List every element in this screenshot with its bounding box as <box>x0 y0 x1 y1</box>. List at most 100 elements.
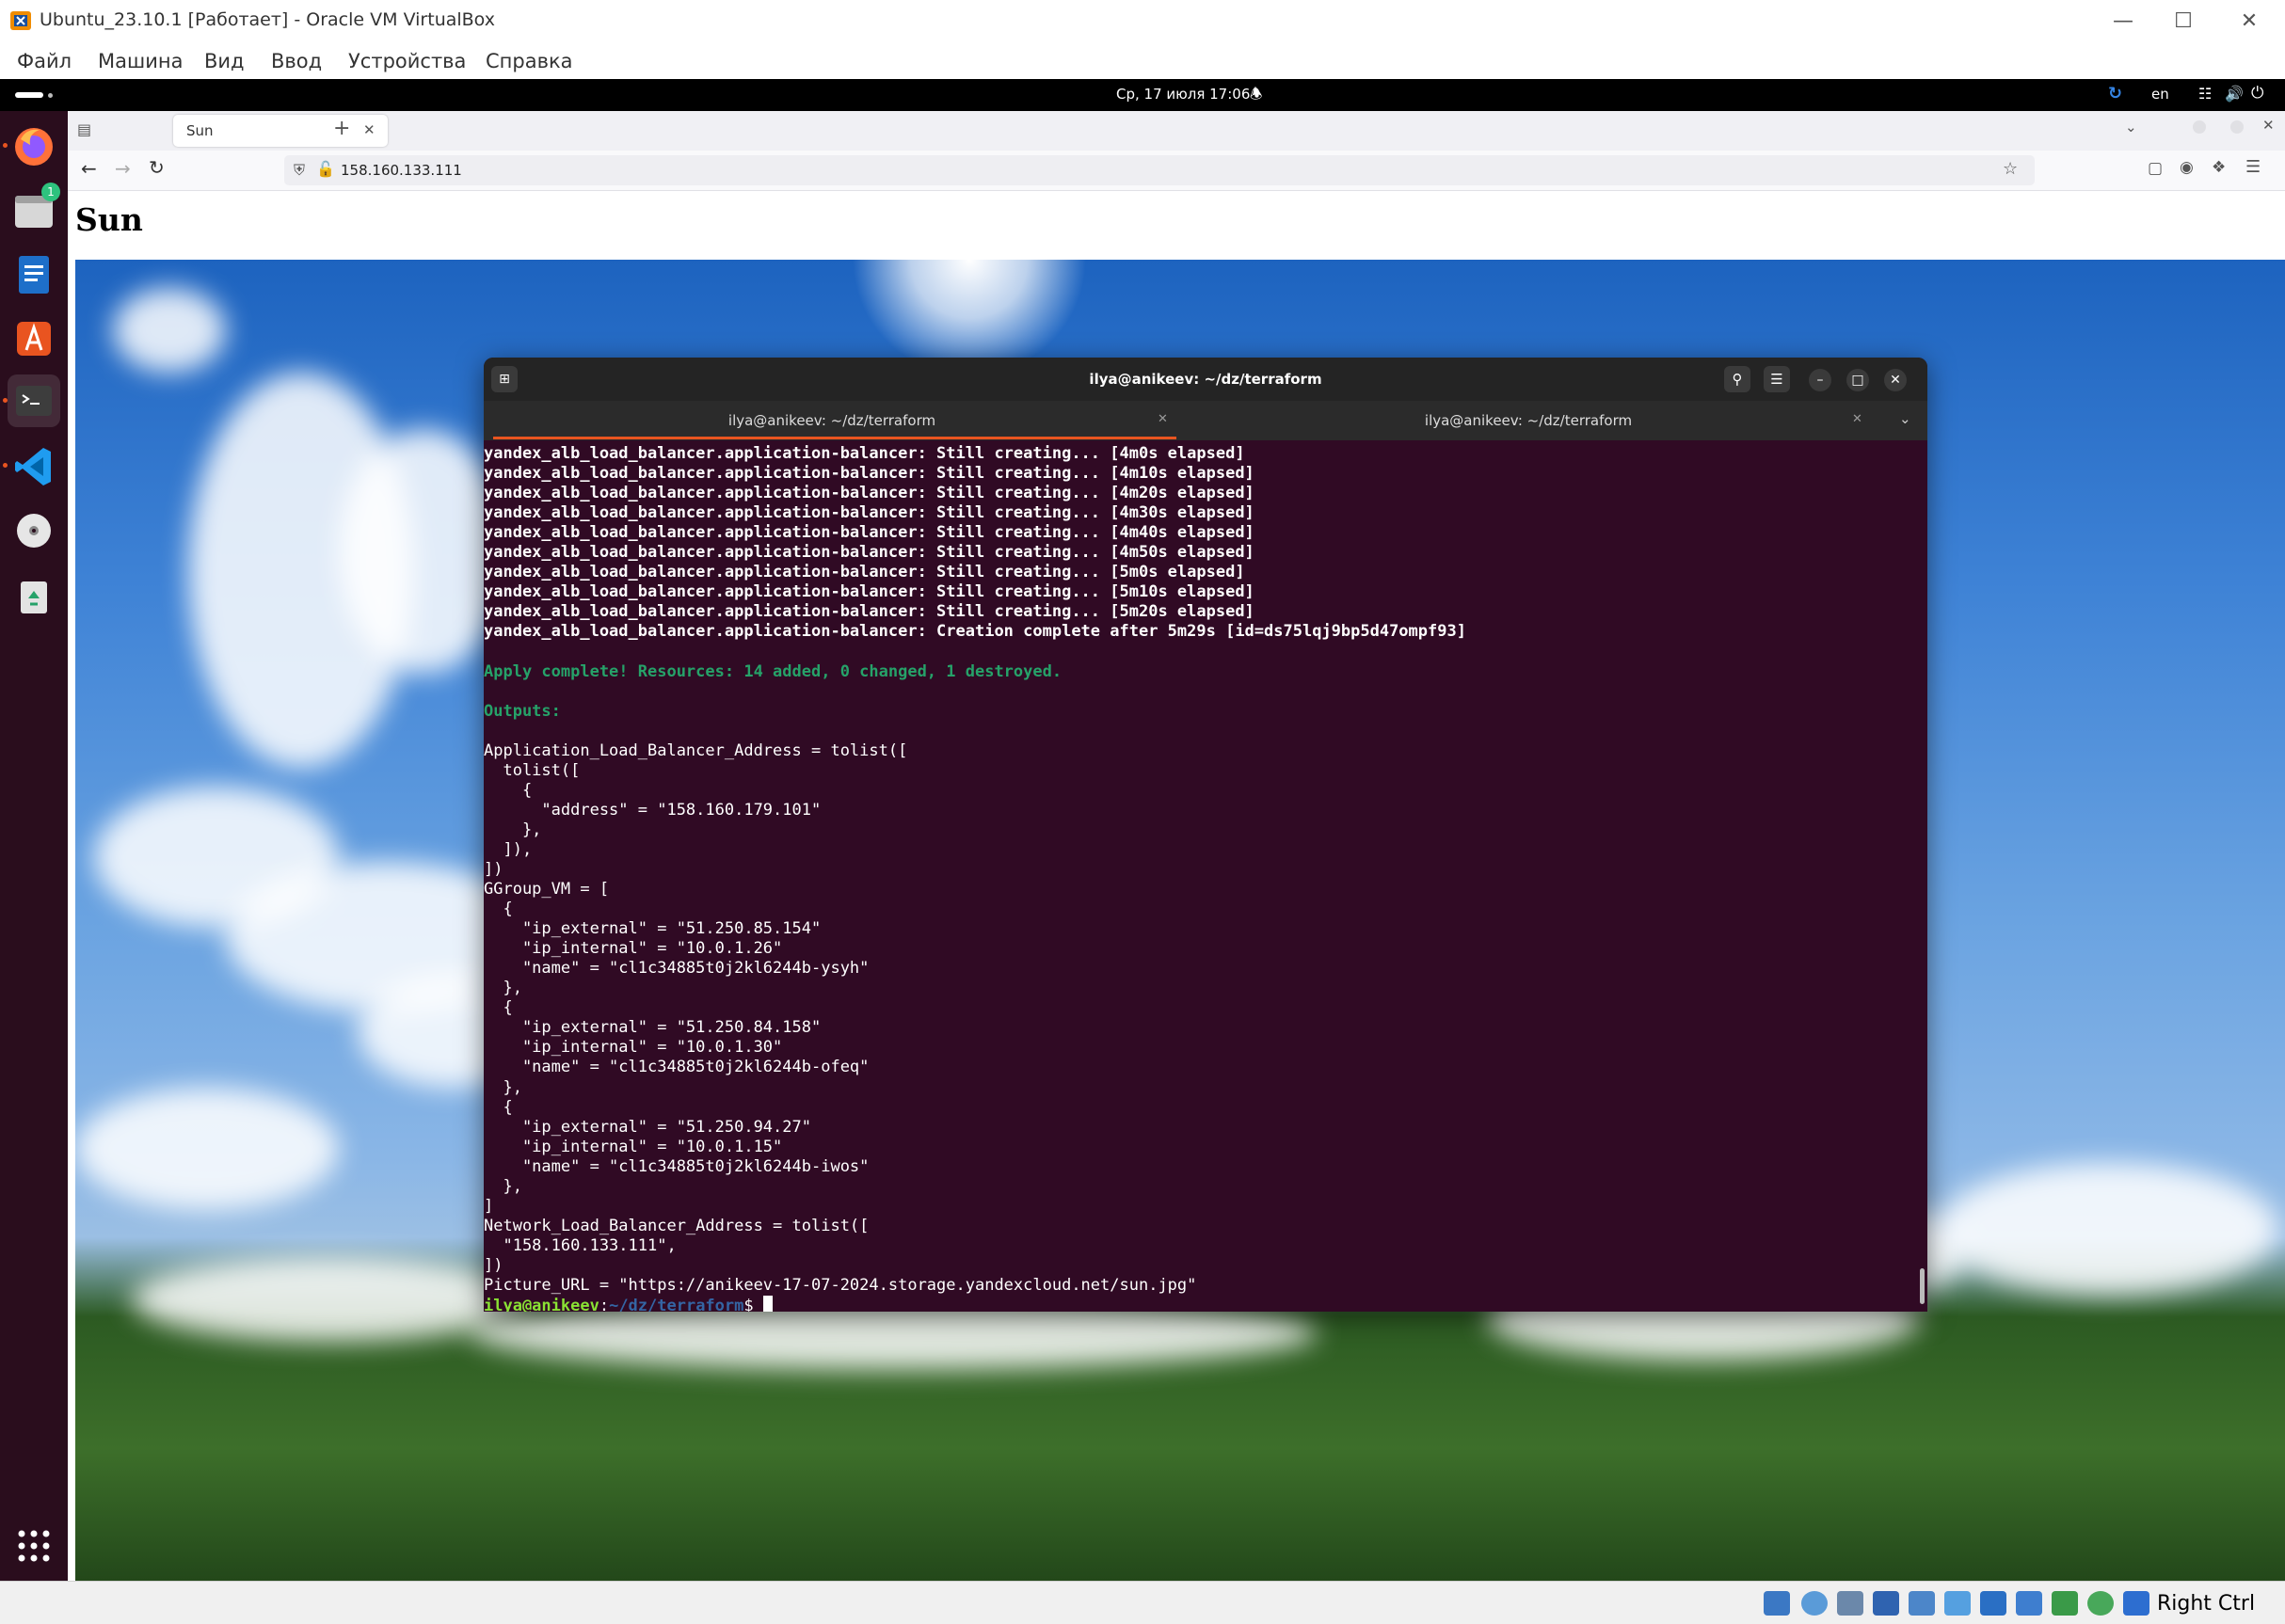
extensions-icon[interactable]: ❖ <box>2212 158 2226 177</box>
terminal-tab-active[interactable]: ilya@anikeev: ~/dz/terraform ✕ <box>484 401 1180 440</box>
apply-complete-line: Apply complete! Resources: 14 added, 0 c… <box>484 661 1063 681</box>
menu-view[interactable]: Вид <box>199 48 250 74</box>
usb-icon[interactable] <box>1909 1591 1935 1616</box>
files-badge: 1 <box>41 183 60 201</box>
terminal-line: }, <box>484 1077 522 1097</box>
terminal-line: yandex_alb_load_balancer.application-bal… <box>484 582 1254 602</box>
menu-help[interactable]: Справка <box>480 48 579 74</box>
pocket-icon[interactable]: ▢ <box>2148 159 2163 178</box>
terminal-line: "ip_external" = "51.250.84.158" <box>484 1018 822 1038</box>
terminal-line: "158.160.133.111", <box>484 1235 677 1255</box>
terminal-tab-label: ilya@anikeev: ~/dz/terraform <box>727 412 936 429</box>
forward-button[interactable]: → <box>115 157 131 180</box>
terminal-line: }, <box>484 820 542 839</box>
terminal-output[interactable]: yandex_alb_load_balancer.application-bal… <box>484 444 1914 1312</box>
terminal-icon[interactable] <box>8 374 60 427</box>
optical-drive-icon[interactable] <box>1801 1591 1828 1616</box>
bookmark-star-icon[interactable]: ☆ <box>2003 159 2018 179</box>
terminal-line: Application_Load_Balancer_Address = toli… <box>484 740 908 760</box>
firefox-icon[interactable] <box>8 120 60 173</box>
optical-disc-icon[interactable] <box>8 504 60 557</box>
libreoffice-writer-icon[interactable] <box>8 248 60 301</box>
tracking-shield-icon[interactable]: ⛨ <box>294 161 305 180</box>
activities-indicator[interactable] <box>15 92 43 98</box>
menu-file[interactable]: Файл <box>11 48 77 74</box>
terminal-line: "ip_external" = "51.250.94.27" <box>484 1117 811 1137</box>
maximize-button[interactable]: ☐ <box>2155 6 2212 38</box>
terminal-tab-bar: ilya@anikeev: ~/dz/terraform ✕ ilya@anik… <box>484 401 1927 440</box>
menu-input[interactable]: Ввод <box>265 48 328 74</box>
app-center-icon[interactable] <box>8 312 60 365</box>
terminal-line: "ip_external" = "51.250.85.154" <box>484 919 822 939</box>
terminal-line: GGroup_VM = [ <box>484 880 610 900</box>
terminal-header: ⊞ ilya@anikeev: ~/dz/terraform ⚲ ☰ – □ ✕ <box>484 358 1927 401</box>
virtualbox-status-bar: Right Ctrl <box>0 1581 2285 1624</box>
terminal-tab[interactable]: ilya@anikeev: ~/dz/terraform ✕ <box>1180 401 1877 440</box>
hard-disk-icon[interactable] <box>1764 1591 1790 1616</box>
new-tab-button[interactable]: + <box>333 117 350 140</box>
outputs-heading: Outputs: <box>484 701 561 721</box>
browser-tab[interactable]: Sun ✕ <box>173 115 388 147</box>
terminal-line: yandex_alb_load_balancer.application-bal… <box>484 622 1466 642</box>
terminal-close-button[interactable]: ✕ <box>1884 369 1907 391</box>
vscode-icon[interactable] <box>8 440 60 493</box>
mouse-integration-icon[interactable] <box>2087 1591 2114 1616</box>
clock[interactable]: Ср, 17 июля 17:06 <box>1116 86 1250 103</box>
sun-glow <box>847 260 1092 373</box>
network-adapter-icon[interactable] <box>1873 1591 1899 1616</box>
insecure-lock-icon[interactable]: 🔓 <box>316 160 335 178</box>
tab-title: Sun <box>186 122 214 139</box>
tab-close-icon[interactable]: ✕ <box>363 121 376 138</box>
software-update-icon[interactable]: ↻ <box>2108 84 2122 103</box>
terminal-line: yandex_alb_load_balancer.application-bal… <box>484 523 1254 543</box>
host-key-label: Right Ctrl <box>2157 1592 2256 1616</box>
audio-icon[interactable] <box>1837 1591 1863 1616</box>
terminal-line: "address" = "158.160.179.101" <box>484 800 822 820</box>
tab-close-icon[interactable]: ✕ <box>1158 412 1168 426</box>
tabs-dropdown-chevron-icon[interactable]: ⌄ <box>1899 410 1911 427</box>
ff-maximize-button[interactable] <box>2230 120 2244 134</box>
terminal-line: yandex_alb_load_balancer.application-bal… <box>484 484 1254 503</box>
terminal-line: tolist([ <box>484 760 581 780</box>
cpu-icon[interactable] <box>2052 1591 2078 1616</box>
power-icon[interactable]: ⏻ <box>2251 84 2263 103</box>
terminal-search-icon[interactable]: ⚲ <box>1724 366 1750 392</box>
ff-close-button[interactable]: ✕ <box>2262 117 2275 134</box>
terminal-line: { <box>484 780 533 800</box>
tab-close-icon[interactable]: ✕ <box>1852 412 1862 426</box>
reload-button[interactable]: ↻ <box>149 156 165 179</box>
account-icon[interactable]: ◉ <box>2180 158 2194 177</box>
trash-icon[interactable] <box>8 570 60 623</box>
url-text: 158.160.133.111 <box>341 162 462 179</box>
back-button[interactable]: ← <box>81 157 97 180</box>
shell-prompt[interactable]: ilya@anikeev:~/dz/terraform$ <box>484 1296 1914 1312</box>
keyboard-capture-icon[interactable] <box>2123 1591 2149 1616</box>
terminal-scrollbar[interactable] <box>1920 1268 1925 1304</box>
terminal-menu-icon[interactable]: ☰ <box>1764 366 1790 392</box>
terminal-minimize-button[interactable]: – <box>1809 369 1831 391</box>
menu-devices[interactable]: Устройства <box>343 48 471 74</box>
terminal-maximize-button[interactable]: □ <box>1846 369 1869 391</box>
terminal-line: "name" = "cl1c34885t0j2kl6244b-ysyh" <box>484 959 870 979</box>
virtualbox-app-icon <box>9 8 34 33</box>
tab-overview-icon[interactable]: ▤ <box>77 120 96 139</box>
app-menu-icon[interactable]: ☰ <box>2245 157 2261 177</box>
show-apps-grid-icon[interactable] <box>16 1528 52 1564</box>
minimize-button[interactable]: — <box>2095 6 2151 38</box>
ff-minimize-button[interactable] <box>2193 120 2206 134</box>
display-icon[interactable] <box>1980 1591 2006 1616</box>
input-language[interactable]: en <box>2151 86 2169 103</box>
recording-icon[interactable] <box>2016 1591 2042 1616</box>
list-tabs-chevron-icon[interactable]: ⌄ <box>2125 119 2137 135</box>
gnome-top-bar: Ср, 17 июля 17:06 🕭 ↻ en ☷ 🔊 ⏻ <box>0 79 2285 111</box>
notification-bell-icon[interactable]: 🕭 <box>1250 85 1262 108</box>
volume-icon[interactable]: 🔊 <box>2225 85 2244 103</box>
shared-folders-icon[interactable] <box>1944 1591 1971 1616</box>
network-icon[interactable]: ☷ <box>2198 85 2212 103</box>
workspace-dot <box>48 93 53 98</box>
terminal-line: ] <box>484 1196 494 1216</box>
url-bar[interactable]: ⛨ 🔓 158.160.133.111 ☆ <box>284 155 2035 185</box>
close-button[interactable]: ✕ <box>2221 6 2277 38</box>
menu-machine[interactable]: Машина <box>92 48 188 74</box>
